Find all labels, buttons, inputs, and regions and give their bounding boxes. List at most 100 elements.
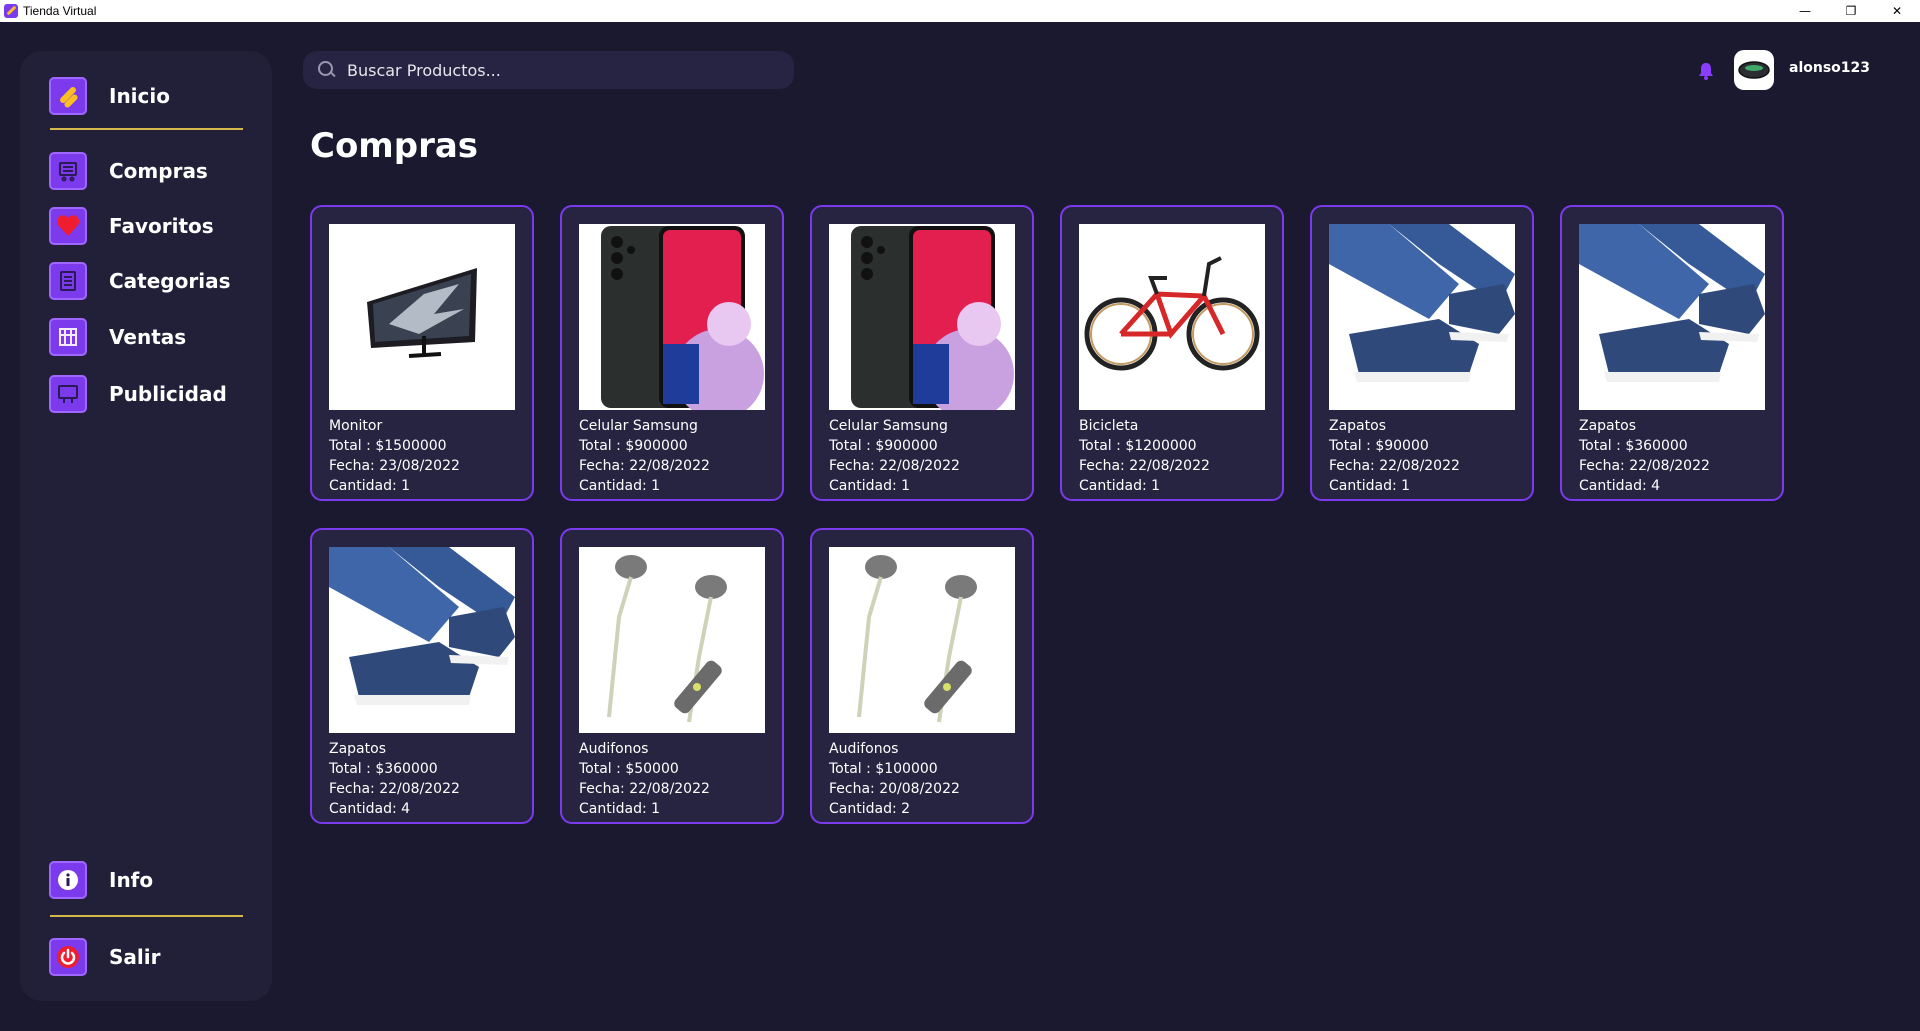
purchase-info: Celular Samsung Total : $900000 Fecha: 22/… [829,416,960,496]
sidebar-item-publicidad[interactable]: Publicidad [49,375,227,413]
purchase-card[interactable]: Bicicleta Total : $1200000 Fecha: 22/08/20… [1060,205,1284,501]
app-logo-icon [4,4,18,18]
sidebar-item-favoritos[interactable]: Favoritos [49,207,214,245]
product-name: Celular Samsung [829,418,948,434]
purchase-info: Audifonos Total : $50000 Fecha: 22/08/2022… [579,739,710,819]
list-icon [49,262,87,300]
purchase-quantity: Cantidad: 4 [1579,478,1661,494]
sidebar-item-inicio[interactable]: Inicio [49,77,170,115]
purchase-total: Total : $360000 [1579,438,1688,454]
product-name: Celular Samsung [579,418,698,434]
purchase-date: Fecha: 22/08/2022 [1079,458,1210,474]
purchase-quantity: Cantidad: 1 [1329,478,1411,494]
purchase-quantity: Cantidad: 4 [329,801,411,817]
store-icon [49,318,87,356]
product-image [1329,224,1515,410]
title-bar: Tienda Virtual — ❐ ✕ [0,0,1920,22]
page-title: Compras [310,126,479,166]
sidebar-item-label: Inicio [109,84,170,108]
window-title: Tienda Virtual [23,4,97,18]
product-image [1579,224,1765,410]
billboard-icon [49,375,87,413]
purchase-total: Total : $50000 [579,761,679,777]
restore-button[interactable]: ❐ [1828,0,1874,22]
purchase-info: Celular Samsung Total : $900000 Fecha: 22/… [579,416,710,496]
sidebar-item-label: Categorias [109,269,231,293]
purchase-quantity: Cantidad: 1 [329,478,411,494]
purchase-date: Fecha: 22/08/2022 [579,781,710,797]
sidebar-item-label: Publicidad [109,382,227,406]
product-image [1079,224,1265,410]
product-image [579,547,765,733]
sidebar-item-label: Ventas [109,325,187,349]
purchase-total: Total : $360000 [329,761,438,777]
purchase-card[interactable]: Monitor Total : $1500000 Fecha: 23/08/2022… [310,205,534,501]
purchase-info: Bicicleta Total : $1200000 Fecha: 22/08/20… [1079,416,1210,496]
purchase-card[interactable]: Audifonos Total : $100000 Fecha: 20/08/202… [810,528,1034,824]
purchase-total: Total : $1500000 [329,438,447,454]
search-icon [317,60,337,80]
search-bar[interactable] [303,51,794,89]
product-image [829,224,1015,410]
product-name: Monitor [329,418,383,434]
purchase-total: Total : $900000 [829,438,938,454]
sidebar-item-ventas[interactable]: Ventas [49,318,186,356]
purchase-card[interactable]: Zapatos Total : $90000 Fecha: 22/08/2022 Ca… [1310,205,1534,501]
purchase-info: Zapatos Total : $90000 Fecha: 22/08/2022 Ca… [1329,416,1460,496]
purchase-card[interactable]: Celular Samsung Total : $900000 Fecha: 22/… [560,205,784,501]
close-button[interactable]: ✕ [1874,0,1920,22]
purchase-info: Audifonos Total : $100000 Fecha: 20/08/202… [829,739,960,819]
purchase-date: Fecha: 22/08/2022 [1329,458,1460,474]
purchase-info: Zapatos Total : $360000 Fecha: 22/08/2022 C… [1579,416,1710,496]
app-logo-icon [49,77,87,115]
search-input[interactable] [347,60,767,80]
purchase-date: Fecha: 22/08/2022 [829,458,960,474]
purchase-date: Fecha: 20/08/2022 [829,781,960,797]
sidebar-item-categorias[interactable]: Categorias [49,262,230,300]
sidebar-item-salir[interactable]: Salir [49,938,160,976]
sidebar: Inicio Compras Favoritos Categorias Vent… [20,51,272,1001]
product-image [829,547,1015,733]
purchase-date: Fecha: 22/08/2022 [579,458,710,474]
username[interactable]: alonso123 [1789,60,1870,76]
product-name: Zapatos [1579,418,1636,434]
product-image [329,547,515,733]
product-name: Bicicleta [1079,418,1139,434]
cart-icon [49,152,87,190]
purchase-total: Total : $100000 [829,761,938,777]
product-image [579,224,765,410]
sidebar-item-info[interactable]: Info [49,861,153,899]
bell-icon[interactable] [1697,62,1715,80]
purchase-info: Zapatos Total : $360000 Fecha: 22/08/2022 C… [329,739,460,819]
purchase-quantity: Cantidad: 1 [579,478,661,494]
product-image [329,224,515,410]
sidebar-item-compras[interactable]: Compras [49,152,208,190]
purchase-total: Total : $900000 [579,438,688,454]
purchase-info: Monitor Total : $1500000 Fecha: 23/08/2022… [329,416,460,496]
info-icon [49,861,87,899]
purchase-card[interactable]: Celular Samsung Total : $900000 Fecha: 22/… [810,205,1034,501]
window-controls: — ❐ ✕ [1782,0,1920,22]
purchase-date: Fecha: 22/08/2022 [1579,458,1710,474]
purchase-quantity: Cantidad: 1 [1079,478,1161,494]
sidebar-item-label: Info [109,868,154,892]
sidebar-item-label: Favoritos [109,214,214,238]
purchase-date: Fecha: 22/08/2022 [329,781,460,797]
purchase-card[interactable]: Zapatos Total : $360000 Fecha: 22/08/2022 C… [310,528,534,824]
purchase-date: Fecha: 23/08/2022 [329,458,460,474]
purchase-quantity: Cantidad: 2 [829,801,911,817]
product-name: Zapatos [329,741,386,757]
purchase-total: Total : $1200000 [1079,438,1197,454]
minimize-button[interactable]: — [1782,0,1828,22]
product-name: Audifonos [829,741,899,757]
purchase-card[interactable]: Zapatos Total : $360000 Fecha: 22/08/2022 C… [1560,205,1784,501]
divider [50,915,243,917]
purchase-total: Total : $90000 [1329,438,1429,454]
sidebar-item-label: Compras [109,159,208,183]
power-icon [49,938,87,976]
purchase-quantity: Cantidad: 1 [579,801,661,817]
purchase-card[interactable]: Audifonos Total : $50000 Fecha: 22/08/2022… [560,528,784,824]
product-name: Audifonos [579,741,649,757]
product-name: Zapatos [1329,418,1386,434]
avatar[interactable] [1734,50,1774,90]
